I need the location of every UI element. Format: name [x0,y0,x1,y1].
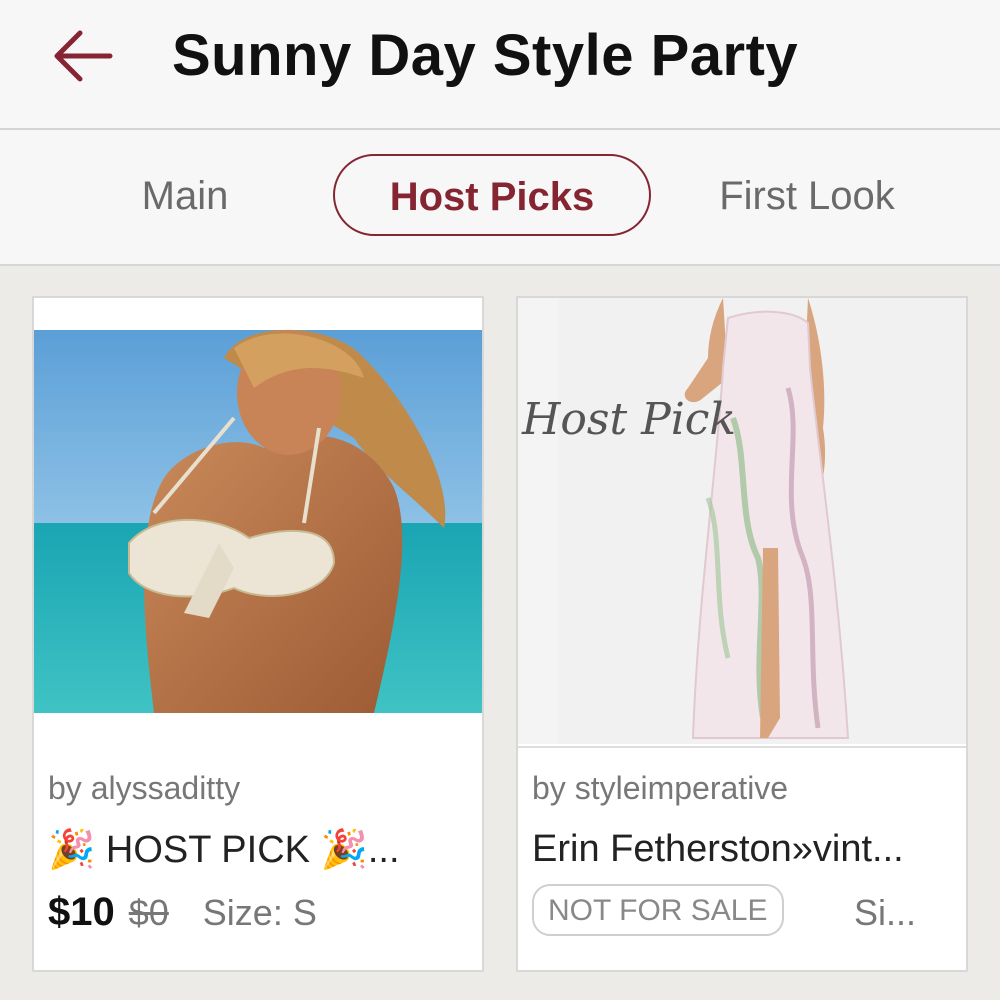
listing-card[interactable]: Host Pick by styleimperative Erin Fether… [516,296,968,972]
listing-image[interactable] [34,298,482,750]
listing-title[interactable]: 🎉 HOST PICK 🎉... [48,828,478,872]
price-row: $10 $0 Size: S [48,890,317,935]
back-button[interactable] [50,28,116,84]
listing-card[interactable]: by alyssaditty 🎉 HOST PICK 🎉... $10 $0 Siz… [32,296,484,972]
not-for-sale-badge: NOT FOR SALE [532,884,784,936]
tab-host-picks[interactable]: Host Picks [333,154,651,236]
listing-image[interactable]: Host Pick [518,298,966,748]
top-bar: Sunny Day Style Party [0,0,1000,130]
price: $10 [48,890,115,934]
size-label: Si... [854,892,917,933]
listing-title[interactable]: Erin Fetherston»vint... [532,828,962,871]
seller-name[interactable]: by styleimperative [532,770,788,807]
page-title: Sunny Day Style Party [172,23,799,88]
host-pick-overlay: Host Pick [522,394,737,445]
tab-first-look[interactable]: First Look [700,154,914,238]
seller-name[interactable]: by alyssaditty [48,770,240,807]
tab-main[interactable]: Main [110,154,260,238]
bikini-photo [34,329,482,750]
arrow-left-icon [54,30,113,82]
dress-photo [518,298,966,744]
size-label: Size: S [202,892,317,933]
tab-bar: Main Host Picks First Look [0,130,1000,266]
original-price: $0 [128,892,169,933]
